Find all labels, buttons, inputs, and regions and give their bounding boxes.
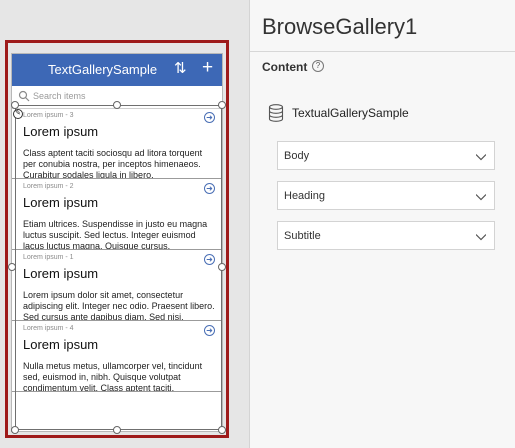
database-icon: [268, 104, 284, 122]
app-header: TextGallerySample ⇅ +: [12, 54, 222, 86]
data-source-name[interactable]: TextualGallerySample: [292, 106, 409, 120]
help-icon[interactable]: ?: [312, 60, 324, 72]
body-field-dropdown[interactable]: Body: [277, 141, 495, 170]
resize-handle[interactable]: [218, 426, 226, 434]
resize-handle[interactable]: [218, 263, 226, 271]
resize-handle[interactable]: [11, 426, 19, 434]
dropdown-value: Heading: [284, 190, 325, 202]
chevron-down-icon: [476, 234, 486, 241]
properties-panel: BrowseGallery1 Content ? TextualGalleryS…: [249, 0, 515, 448]
divider: [250, 51, 515, 52]
chevron-down-icon: [476, 194, 486, 201]
heading-field-dropdown[interactable]: Heading: [277, 181, 495, 210]
resize-handle[interactable]: [8, 263, 16, 271]
content-label: Content: [262, 60, 308, 74]
control-name: BrowseGallery1: [262, 14, 418, 39]
add-icon[interactable]: +: [202, 57, 213, 79]
resize-handle[interactable]: [11, 101, 19, 109]
app-title: TextGallerySample: [48, 62, 158, 77]
search-icon: [18, 90, 30, 102]
search-input[interactable]: Search items: [33, 91, 86, 101]
resize-handle[interactable]: [218, 101, 226, 109]
subtitle-field-dropdown[interactable]: Subtitle: [277, 221, 495, 250]
gallery-selection-outline: [15, 105, 222, 430]
dropdown-value: Subtitle: [284, 230, 321, 242]
chevron-down-icon: [476, 154, 486, 161]
resize-handle[interactable]: [113, 426, 121, 434]
edit-icon[interactable]: ✎: [13, 109, 23, 119]
dropdown-value: Body: [284, 150, 310, 162]
resize-handle[interactable]: [113, 101, 121, 109]
design-canvas: TextGallerySample ⇅ + Search items Lorem…: [0, 0, 249, 448]
sort-icon[interactable]: ⇅: [174, 59, 187, 77]
